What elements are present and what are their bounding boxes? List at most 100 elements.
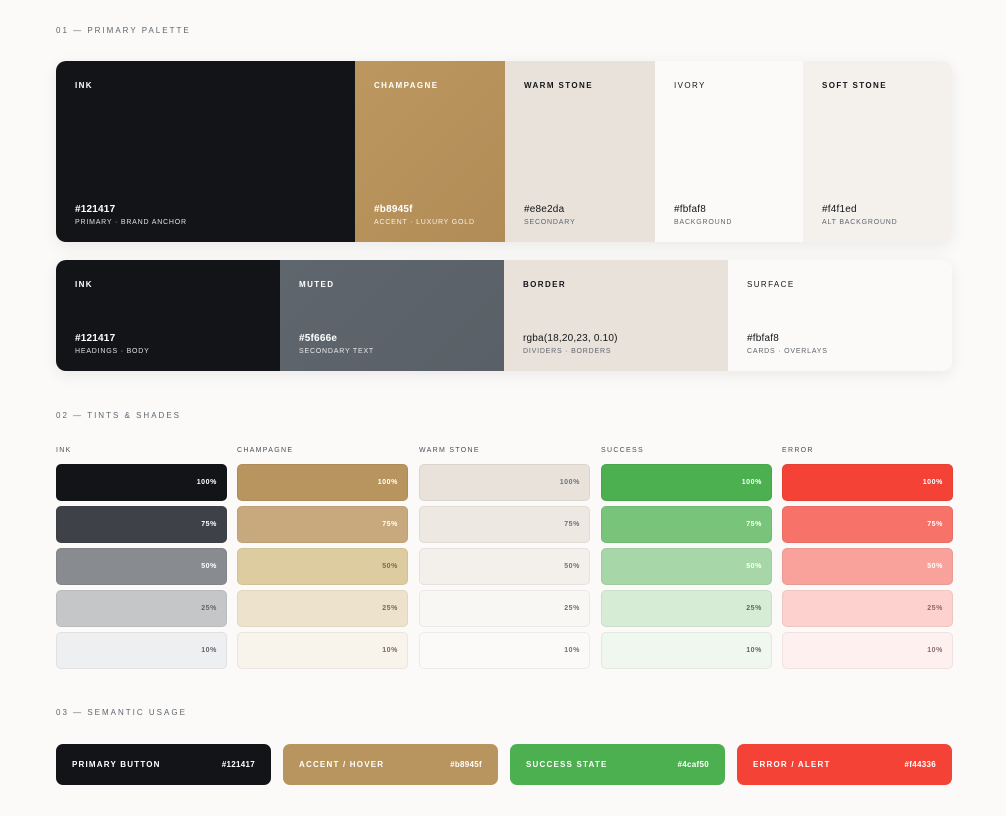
swatch-hex: #121417 bbox=[75, 204, 116, 215]
tint-swatch[interactable]: 50% bbox=[601, 548, 772, 585]
tint-swatch[interactable]: 100% bbox=[419, 464, 590, 501]
swatch-warm-stone[interactable]: WARM STONE #e8e2da SECONDARY bbox=[505, 61, 655, 242]
ui-palette-row: INK #121417 HEADINGS · BODY MUTED #5f666… bbox=[56, 260, 952, 371]
tint-swatch[interactable]: 75% bbox=[56, 506, 227, 543]
swatch-desc: ALT BACKGROUND bbox=[822, 219, 898, 226]
tint-percent: 50% bbox=[746, 563, 762, 570]
tint-column-label: WARM STONE bbox=[419, 447, 480, 454]
semantic-hex: #4caf50 bbox=[677, 760, 709, 769]
semantic-label: PRIMARY BUTTON bbox=[72, 760, 161, 769]
tint-swatch[interactable]: 50% bbox=[419, 548, 590, 585]
swatch-name: IVORY bbox=[674, 81, 706, 90]
tint-swatch[interactable]: 50% bbox=[782, 548, 953, 585]
swatch-ivory[interactable]: IVORY #fbfaf8 BACKGROUND bbox=[655, 61, 803, 242]
tint-percent: 50% bbox=[382, 563, 398, 570]
tint-swatch[interactable]: 50% bbox=[237, 548, 408, 585]
tint-swatch[interactable]: 75% bbox=[782, 506, 953, 543]
tint-swatch[interactable]: 25% bbox=[601, 590, 772, 627]
swatch-hex: #fbfaf8 bbox=[674, 204, 706, 215]
swatch-name: CHAMPAGNE bbox=[374, 81, 439, 90]
tint-percent: 10% bbox=[564, 647, 580, 654]
swatch-name: SURFACE bbox=[747, 280, 795, 289]
tint-column-champagne: CHAMPAGNE 100% 75% 50% 25% 10% bbox=[237, 447, 408, 674]
tint-percent: 75% bbox=[927, 521, 943, 528]
swatch-champagne[interactable]: CHAMPAGNE #b8945f ACCENT · LUXURY GOLD bbox=[355, 61, 505, 242]
tint-column-warm-stone: WARM STONE 100% 75% 50% 25% 10% bbox=[419, 447, 590, 674]
tint-swatch[interactable]: 10% bbox=[237, 632, 408, 669]
swatch-desc: CARDS · OVERLAYS bbox=[747, 348, 828, 355]
semantic-usage-row: PRIMARY BUTTON #121417 ACCENT / HOVER #b… bbox=[56, 744, 952, 785]
tint-swatch[interactable]: 75% bbox=[419, 506, 590, 543]
tint-percent: 100% bbox=[741, 479, 762, 486]
tint-swatch[interactable]: 75% bbox=[237, 506, 408, 543]
error-alert-sample[interactable]: ERROR / ALERT #f44336 bbox=[737, 744, 952, 785]
primary-palette-row: INK #121417 PRIMARY · BRAND ANCHOR CHAMP… bbox=[56, 61, 952, 242]
tint-percent: 100% bbox=[377, 479, 398, 486]
tint-swatch[interactable]: 10% bbox=[601, 632, 772, 669]
section-heading-semantic-usage: 03 — SEMANTIC USAGE bbox=[56, 708, 187, 717]
tint-swatch[interactable]: 25% bbox=[419, 590, 590, 627]
semantic-hex: #121417 bbox=[221, 760, 255, 769]
swatch-hex: #b8945f bbox=[374, 204, 413, 215]
semantic-hex: #f44336 bbox=[904, 760, 936, 769]
swatch-name: INK bbox=[75, 280, 93, 289]
section-heading-tints-shades: 02 — TINTS & SHADES bbox=[56, 411, 181, 420]
swatch-hex: #5f666e bbox=[299, 333, 338, 344]
swatch-soft-stone[interactable]: SOFT STONE #f4f1ed ALT BACKGROUND bbox=[803, 61, 952, 242]
tint-swatch[interactable]: 75% bbox=[601, 506, 772, 543]
tint-column-success: SUCCESS 100% 75% 50% 25% 10% bbox=[601, 447, 772, 674]
tint-percent: 100% bbox=[196, 479, 217, 486]
tint-column-label: ERROR bbox=[782, 447, 814, 454]
swatch-name: SOFT STONE bbox=[822, 81, 887, 90]
tint-swatch[interactable]: 10% bbox=[782, 632, 953, 669]
swatch-ink[interactable]: INK #121417 PRIMARY · BRAND ANCHOR bbox=[56, 61, 355, 242]
semantic-hex: #b8945f bbox=[450, 760, 482, 769]
tint-swatch[interactable]: 25% bbox=[237, 590, 408, 627]
tint-swatch[interactable]: 10% bbox=[56, 632, 227, 669]
tint-percent: 75% bbox=[746, 521, 762, 528]
tint-column-label: SUCCESS bbox=[601, 447, 644, 454]
swatch-name: INK bbox=[75, 81, 93, 90]
section-heading-primary-palette: 01 — PRIMARY PALETTE bbox=[56, 26, 191, 35]
tint-swatch[interactable]: 100% bbox=[782, 464, 953, 501]
swatch-desc: SECONDARY TEXT bbox=[299, 348, 374, 355]
tint-column-error: ERROR 100% 75% 50% 25% 10% bbox=[782, 447, 953, 674]
swatch-desc: DIVIDERS · BORDERS bbox=[523, 348, 612, 355]
success-state-sample[interactable]: SUCCESS STATE #4caf50 bbox=[510, 744, 725, 785]
swatch-surface[interactable]: SURFACE #fbfaf8 CARDS · OVERLAYS bbox=[728, 260, 952, 371]
accent-hover-sample[interactable]: ACCENT / HOVER #b8945f bbox=[283, 744, 498, 785]
tint-percent: 10% bbox=[382, 647, 398, 654]
swatch-ink-ui[interactable]: INK #121417 HEADINGS · BODY bbox=[56, 260, 280, 371]
semantic-label: ACCENT / HOVER bbox=[299, 760, 385, 769]
tint-percent: 75% bbox=[564, 521, 580, 528]
swatch-hex: #fbfaf8 bbox=[747, 333, 779, 344]
tint-swatch[interactable]: 50% bbox=[56, 548, 227, 585]
swatch-hex: #f4f1ed bbox=[822, 204, 857, 215]
tint-swatch[interactable]: 100% bbox=[56, 464, 227, 501]
tint-percent: 25% bbox=[564, 605, 580, 612]
tint-percent: 25% bbox=[201, 605, 217, 612]
tint-percent: 50% bbox=[927, 563, 943, 570]
swatch-border[interactable]: BORDER rgba(18,20,23, 0.10) DIVIDERS · B… bbox=[504, 260, 728, 371]
tint-percent: 50% bbox=[201, 563, 217, 570]
tint-column-label: CHAMPAGNE bbox=[237, 447, 294, 454]
primary-button-sample[interactable]: PRIMARY BUTTON #121417 bbox=[56, 744, 271, 785]
swatch-desc: HEADINGS · BODY bbox=[75, 348, 150, 355]
tint-swatch[interactable]: 100% bbox=[237, 464, 408, 501]
tint-percent: 50% bbox=[564, 563, 580, 570]
tint-swatch[interactable]: 10% bbox=[419, 632, 590, 669]
tint-percent: 100% bbox=[922, 479, 943, 486]
tint-swatch[interactable]: 25% bbox=[56, 590, 227, 627]
tint-percent: 25% bbox=[927, 605, 943, 612]
swatch-hex: rgba(18,20,23, 0.10) bbox=[523, 333, 618, 344]
tint-percent: 25% bbox=[382, 605, 398, 612]
tint-swatch[interactable]: 100% bbox=[601, 464, 772, 501]
swatch-desc: SECONDARY bbox=[524, 219, 576, 226]
semantic-label: ERROR / ALERT bbox=[753, 760, 831, 769]
swatch-muted[interactable]: MUTED #5f666e SECONDARY TEXT bbox=[280, 260, 504, 371]
tint-swatch[interactable]: 25% bbox=[782, 590, 953, 627]
swatch-desc: BACKGROUND bbox=[674, 219, 733, 226]
tint-percent: 10% bbox=[927, 647, 943, 654]
tint-percent: 100% bbox=[559, 479, 580, 486]
tint-percent: 10% bbox=[201, 647, 217, 654]
